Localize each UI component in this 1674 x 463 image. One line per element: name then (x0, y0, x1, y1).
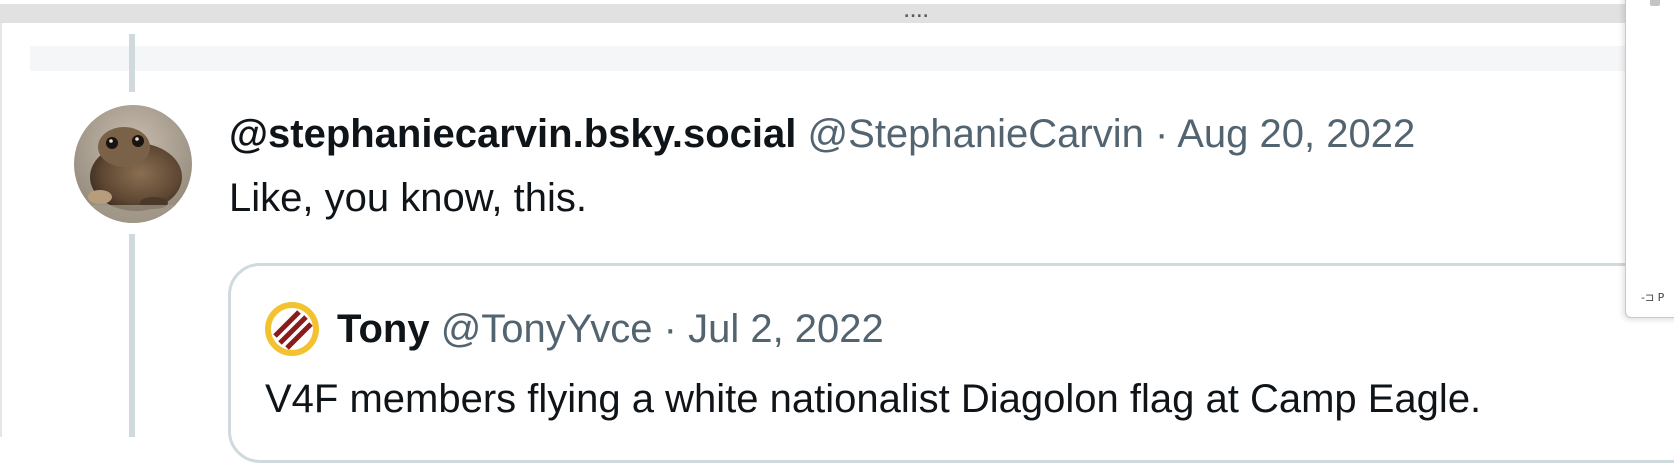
quote-avatar[interactable] (263, 300, 321, 358)
frog-avatar-icon (74, 105, 192, 223)
separator: · (1143, 112, 1178, 156)
thread-line-top (129, 34, 135, 92)
quoted-handle[interactable]: @TonyYvce (441, 307, 653, 351)
quoted-tweet-card[interactable] (228, 263, 1674, 463)
loading-placeholder (30, 46, 1630, 71)
diagolon-flag-icon (265, 302, 319, 356)
quoted-date[interactable]: Jul 2, 2022 (688, 307, 884, 351)
avatar[interactable] (74, 105, 192, 223)
handle[interactable]: @StephanieCarvin (808, 112, 1144, 156)
tweet-header: @stephaniecarvin.bsky.social @StephanieC… (229, 110, 1415, 158)
tweet-text: Like, you know, this. (229, 176, 587, 220)
tweet-date[interactable]: Aug 20, 2022 (1177, 112, 1415, 156)
panel-left-border (0, 23, 2, 437)
thread-line-bottom (129, 234, 135, 437)
quoted-display-name[interactable]: Tony (337, 307, 430, 351)
quoted-separator: · (652, 307, 689, 351)
display-name[interactable]: @stephaniecarvin.bsky.social (229, 112, 796, 156)
pin-icon[interactable]: -⊐ P (1641, 291, 1664, 304)
side-panel-scrollbar[interactable] (1650, 0, 1660, 6)
quoted-tweet-header: Tony @TonyYvce · Jul 2, 2022 (337, 305, 884, 353)
panel-resize-bar[interactable] (0, 4, 1674, 23)
quoted-tweet-text: V4F members flying a white nationalist D… (265, 377, 1482, 421)
side-panel[interactable] (1625, 0, 1674, 318)
resize-handle-icon[interactable]: .... (904, 6, 929, 20)
